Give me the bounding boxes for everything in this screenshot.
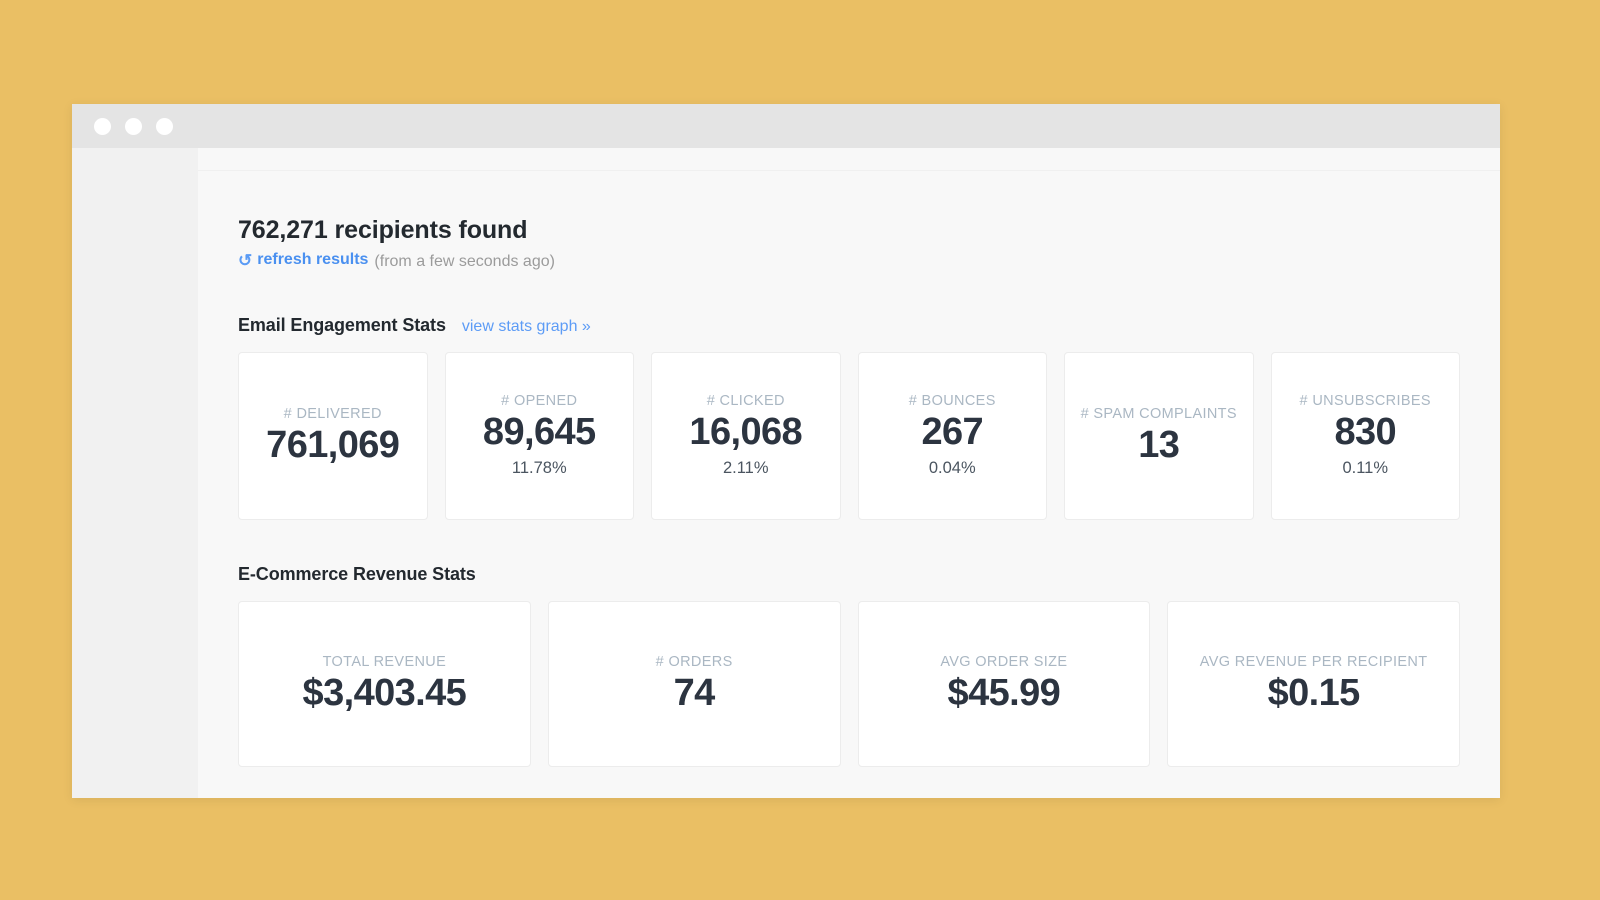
stat-card[interactable]: # BOUNCES 267 0.04% [857,351,1047,520]
revenue-cards-row: TOTAL REVENUE $3,403.45 # ORDERS 74 AVG … [238,600,1460,767]
stat-card-percent: 0.04% [928,458,976,477]
engagement-section-title: Email Engagement Stats [238,314,446,335]
refresh-results-label: refresh results [257,251,369,268]
stat-card-value: 267 [921,411,984,454]
stat-card-label: AVG ORDER SIZE [940,653,1068,670]
view-stats-graph-link[interactable]: view stats graph » [462,318,591,336]
stat-card-label: # OPENED [501,393,578,410]
stat-card[interactable]: AVG ORDER SIZE $45.99 [857,600,1151,767]
stat-card-value: 761,069 [266,423,400,466]
stat-card[interactable]: # SPAM COMPLAINTS 13 [1064,351,1254,520]
stat-card-label: # UNSUBSCRIBES [1299,393,1431,410]
stat-card[interactable]: TOTAL REVENUE $3,403.45 [238,600,531,767]
close-dot-icon[interactable] [94,117,111,135]
stat-card-value: 89,645 [482,411,596,454]
stat-card[interactable]: # ORDERS 74 [547,600,841,767]
ecommerce-revenue-section: E-Commerce Revenue Stats TOTAL REVENUE $… [238,564,1460,767]
stat-card-value: $45.99 [947,671,1061,714]
stat-card-value: 16,068 [689,411,803,454]
engagement-section-header: Email Engagement Stats view stats graph … [238,315,1460,336]
stat-card-value: 830 [1334,411,1397,454]
refresh-icon: ↻ [238,250,253,270]
stat-card-label: # CLICKED [706,393,785,410]
browser-title-bar [72,104,1500,148]
minimize-dot-icon[interactable] [125,117,142,135]
stat-card-value: $0.15 [1267,671,1361,714]
stat-card-label: AVG REVENUE PER RECIPIENT [1199,653,1428,670]
stat-card[interactable]: # CLICKED 16,068 2.11% [651,351,841,520]
email-engagement-section: Email Engagement Stats view stats graph … [238,315,1460,520]
content-top-divider [198,170,1500,171]
revenue-section-title: E-Commerce Revenue Stats [238,563,476,584]
page-header: 762,271 recipients found ↻ refresh resul… [238,148,1460,271]
stat-card[interactable]: # UNSUBSCRIBES 830 0.11% [1270,351,1460,520]
page-title: 762,271 recipients found [238,216,528,244]
browser-window: 762,271 recipients found ↻ refresh resul… [72,104,1500,798]
refresh-status-line: ↻ refresh results (from a few seconds ag… [238,251,1460,271]
stat-card-value: $3,403.45 [302,671,467,714]
stat-card[interactable]: # DELIVERED 761,069 [238,351,428,520]
stat-card-label: # BOUNCES [908,393,996,410]
stat-card-label: # DELIVERED [283,405,382,422]
stat-card-value: 13 [1138,423,1180,466]
stat-card-label: # SPAM COMPLAINTS [1080,405,1237,422]
window-body: 762,271 recipients found ↻ refresh resul… [72,148,1500,798]
stat-card-percent: 2.11% [722,458,769,477]
engagement-cards-row: # DELIVERED 761,069 # OPENED 89,645 11.7… [238,351,1460,520]
main-content: 762,271 recipients found ↻ refresh resul… [198,148,1500,798]
refresh-results-link[interactable]: ↻ refresh results [238,250,369,270]
revenue-section-header: E-Commerce Revenue Stats [238,564,1460,585]
stat-card-label: TOTAL REVENUE [322,653,447,670]
stat-card[interactable]: # OPENED 89,645 11.78% [444,351,634,520]
maximize-dot-icon[interactable] [156,117,173,135]
refresh-timestamp: (from a few seconds ago) [374,252,555,270]
sidebar [72,148,198,798]
stat-card-percent: 0.11% [1342,458,1389,477]
stat-card-value: 74 [673,671,716,714]
stat-card-percent: 11.78% [511,458,567,477]
stat-card[interactable]: AVG REVENUE PER RECIPIENT $0.15 [1167,600,1460,767]
stat-card-label: # ORDERS [655,653,733,670]
